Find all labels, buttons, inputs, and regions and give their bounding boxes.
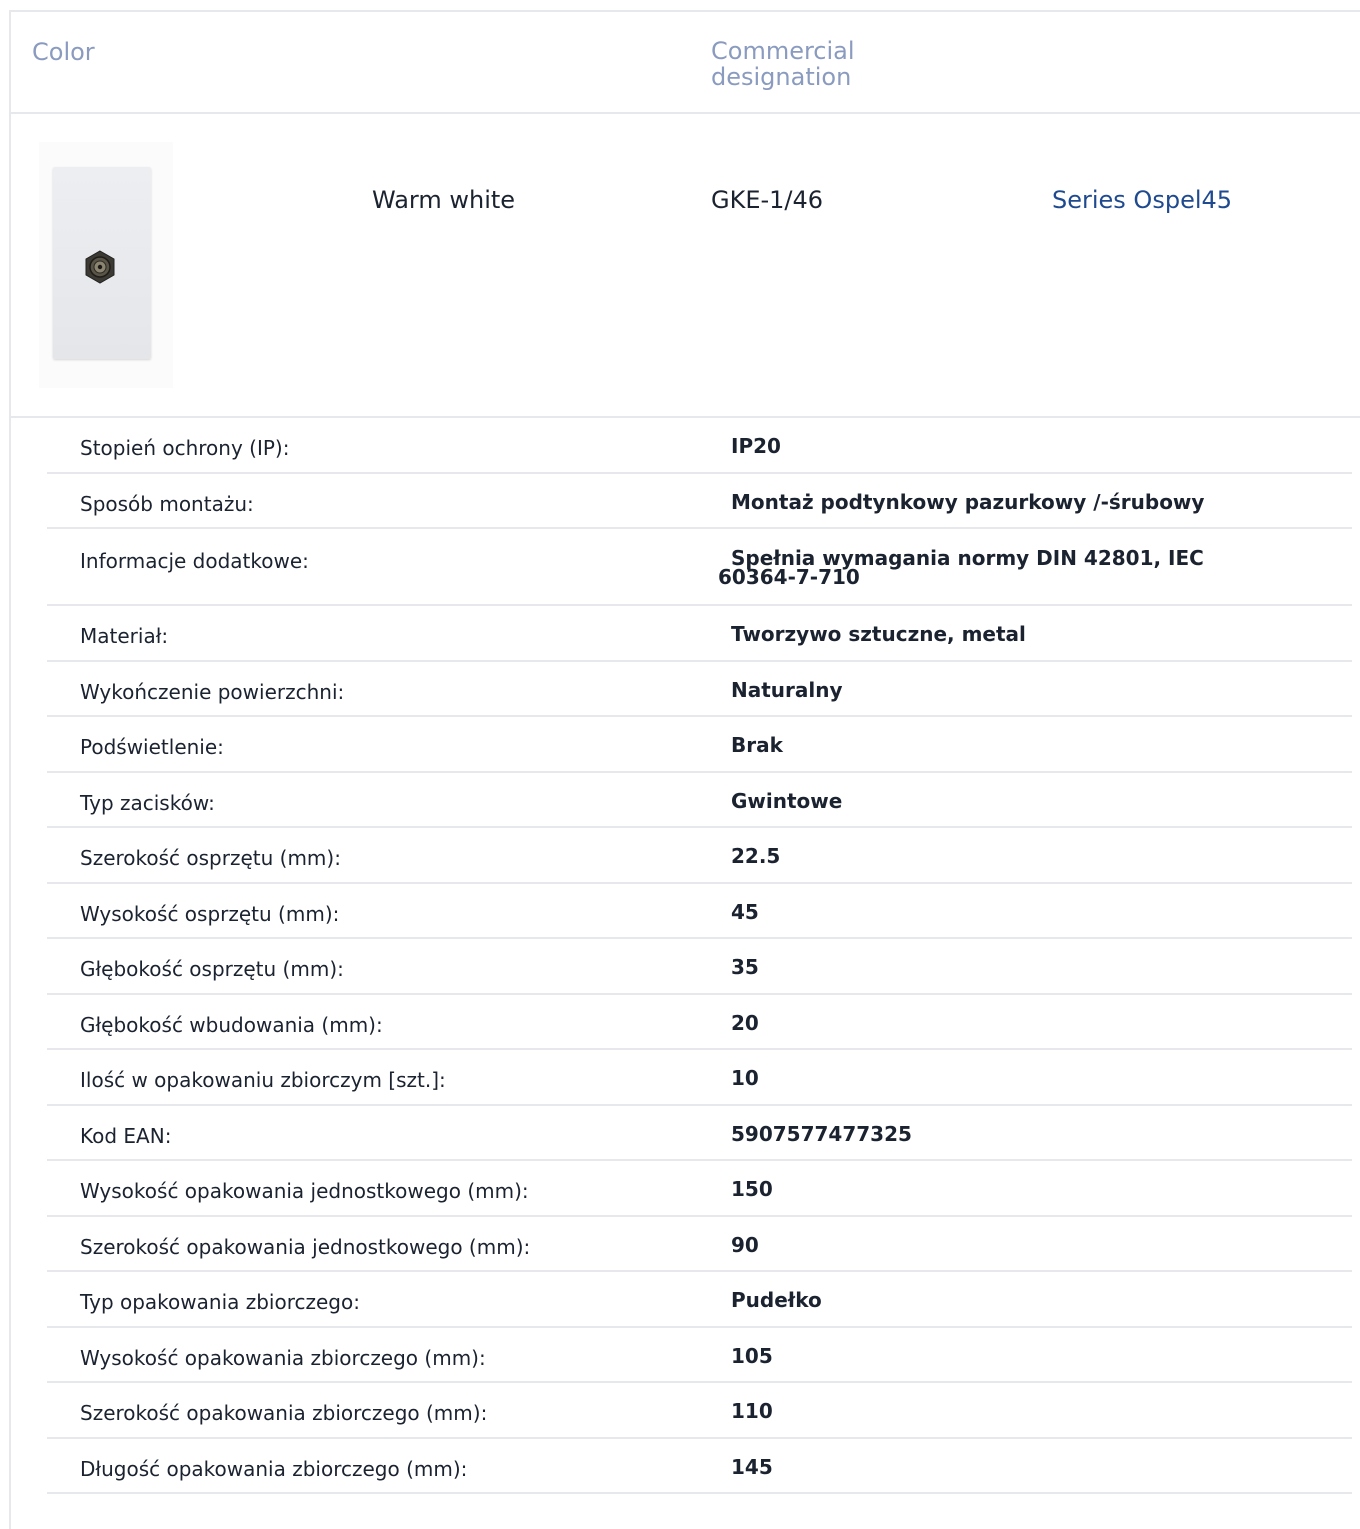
spec-value: Montaż podtynkowy pazurkowy /-śrubowy — [731, 489, 1205, 514]
spec-label: Wysokość opakowania jednostkowego (mm): — [80, 1179, 529, 1203]
spec-value: 35 — [731, 955, 759, 979]
spec-value: 20 — [731, 1010, 759, 1035]
product-thumbnail[interactable] — [39, 142, 173, 388]
spec-label: Wysokość osprzętu (mm): — [80, 901, 340, 926]
spec-label: Wysokość opakowania zbiorczego (mm): — [80, 1345, 486, 1370]
spec-label: Długość opakowania zbiorczego (mm): — [80, 1456, 468, 1481]
spec-row: Wysokość opakowania jednostkowego (mm): 1… — [47, 1161, 1352, 1217]
spec-label: Szerokość osprzętu (mm): — [80, 846, 341, 870]
spec-row: Głębokość osprzętu (mm): 35 — [47, 939, 1352, 995]
spec-row: Stopień ochrony (IP): IP20 — [47, 418, 1352, 474]
spec-row: Materiał: Tworzywo sztuczne, metal — [47, 606, 1352, 662]
spec-value: 10 — [731, 1066, 759, 1090]
coaxial-connector-icon — [85, 250, 115, 284]
spec-value: Spełnia wymagania normy DIN 42801, IEC 6… — [718, 546, 1204, 589]
product-table: Color Commercial designation Warm white … — [9, 10, 1360, 1529]
spec-row: Wysokość opakowania zbiorczego (mm): 105 — [47, 1328, 1352, 1383]
product-designation: GKE-1/46 — [711, 186, 824, 214]
spec-label: Głębokość osprzętu (mm): — [80, 957, 344, 981]
product-row: Warm white GKE-1/46 Series Ospel45 — [11, 114, 1360, 418]
spec-row: Wysokość osprzętu (mm): 45 — [47, 884, 1352, 939]
color-column-header: Color — [32, 38, 95, 66]
spec-row: Typ opakowania zbiorczego: Pudełko — [47, 1272, 1352, 1328]
socket-plate-image — [53, 167, 151, 359]
spec-label: Wykończenie powierzchni: — [80, 679, 345, 704]
spec-value: 90 — [731, 1232, 759, 1257]
spec-row: Podświetlenie: Brak — [47, 717, 1352, 773]
spec-label: Typ zacisków: — [80, 790, 215, 815]
specification-table: Stopień ochrony (IP): IP20 Sposób montażu:… — [47, 418, 1352, 1494]
spec-label: Podświetlenie: — [80, 735, 224, 759]
spec-value: Brak — [731, 733, 783, 757]
spec-row: Głębokość wbudowania (mm): 20 — [47, 995, 1352, 1050]
spec-label: Szerokość opakowania zbiorczego (mm): — [80, 1401, 488, 1425]
spec-label: Głębokość wbudowania (mm): — [80, 1012, 383, 1037]
spec-row: Typ zacisków: Gwintowe — [47, 773, 1352, 828]
spec-label: Sposób montażu: — [80, 491, 254, 516]
table-header: Color Commercial designation — [11, 12, 1360, 114]
spec-value: Naturalny — [731, 677, 843, 702]
spec-value: Gwintowe — [731, 788, 843, 813]
spec-label: Materiał: — [80, 624, 169, 648]
spec-row: Szerokość opakowania zbiorczego (mm): 110 — [47, 1383, 1352, 1439]
spec-row: Szerokość opakowania jednostkowego (mm):… — [47, 1217, 1352, 1272]
product-color: Warm white — [372, 186, 516, 214]
spec-row: Wykończenie powierzchni: Naturalny — [47, 662, 1352, 717]
spec-row: Szerokość osprzętu (mm): 22.5 — [47, 828, 1352, 884]
spec-label: Ilość w opakowaniu zbiorczym [szt.]: — [80, 1068, 446, 1092]
spec-row: Długość opakowania zbiorczego (mm): 145 — [47, 1439, 1352, 1494]
spec-label: Informacje dodatkowe: — [80, 549, 309, 573]
spec-value: 145 — [731, 1454, 773, 1479]
spec-value: Pudełko — [731, 1288, 822, 1312]
spec-value: 45 — [731, 899, 759, 924]
spec-value: Tworzywo sztuczne, metal — [731, 622, 1026, 646]
spec-row: Ilość w opakowaniu zbiorczym [szt.]: 10 — [47, 1050, 1352, 1106]
spec-value: IP20 — [731, 434, 781, 458]
spec-label: Stopień ochrony (IP): — [80, 436, 290, 460]
spec-row: Informacje dodatkowe: Spełnia wymagania n… — [47, 529, 1352, 606]
spec-label: Szerokość opakowania jednostkowego (mm): — [80, 1234, 531, 1259]
spec-value: 150 — [731, 1177, 773, 1201]
spec-row: Sposób montażu: Montaż podtynkowy pazurko… — [47, 474, 1352, 529]
spec-label: Kod EAN: — [80, 1123, 172, 1148]
spec-label: Typ opakowania zbiorczego: — [80, 1290, 360, 1314]
designation-column-header: Commercial designation — [711, 37, 855, 91]
spec-value: 105 — [731, 1343, 773, 1368]
spec-row: Kod EAN: 5907577477325 — [47, 1106, 1352, 1161]
spec-value: 5907577477325 — [731, 1121, 912, 1146]
spec-value: 22.5 — [731, 844, 781, 868]
spec-value: 110 — [731, 1399, 773, 1423]
series-link[interactable]: Series Ospel45 — [1052, 186, 1232, 214]
